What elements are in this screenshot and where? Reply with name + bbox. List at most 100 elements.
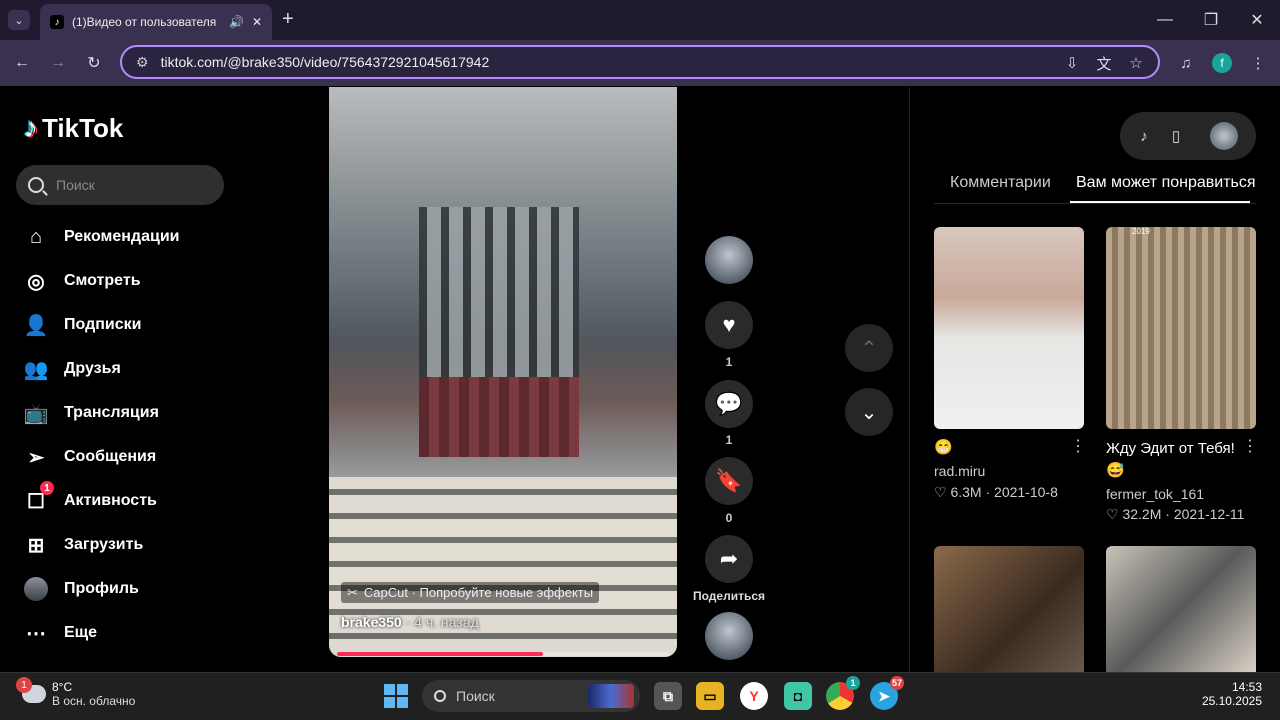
search-input[interactable]: Поиск (16, 165, 224, 205)
sidebar-item-label: Смотреть (64, 272, 141, 289)
card-title: Жду Эдит от Тебя! 😅 (1106, 440, 1235, 479)
search-icon (434, 690, 446, 702)
card-stats: ♡ 6.3M · 2021-10-8 (934, 484, 1058, 500)
video-author[interactable]: brake350 (341, 614, 402, 630)
card-likes: 32.2M (1122, 506, 1162, 522)
capcut-label: CapCut · Попробуйте новые эффекты (363, 585, 594, 600)
sidebar-item-recommendations[interactable]: ⌂ Рекомендации (22, 219, 222, 255)
like-count: 1 (725, 355, 733, 369)
share-label: Поделиться (692, 589, 766, 603)
user-avatar[interactable] (1210, 122, 1238, 150)
file-explorer-icon[interactable]: ▭ (696, 682, 724, 710)
sidebar-item-activity[interactable]: ☐ 1 Активность (22, 481, 222, 519)
sidebar-item-more[interactable]: ⋯ Еще (22, 615, 222, 651)
install-app-icon[interactable]: ⇩ (1062, 53, 1082, 73)
sidebar-item-upload[interactable]: ⊞ Загрузить (22, 527, 222, 563)
tiktok-favicon-icon: ♪ (50, 15, 64, 29)
card-date: 2021-12-11 (1173, 506, 1245, 522)
prev-video-button[interactable]: ⌃ (845, 324, 893, 372)
comment-button[interactable]: 💬 (705, 380, 753, 428)
video-progress-bar[interactable] (337, 652, 669, 656)
messages-icon: ➢ (27, 446, 45, 469)
card-date: 2021-10-8 (994, 484, 1058, 500)
share-button[interactable]: ➦ (705, 535, 753, 583)
sidebar-item-friends[interactable]: 👥 Друзья (22, 351, 222, 387)
video-thumbnail[interactable]: 2019 (1106, 227, 1256, 429)
save-button[interactable]: 🔖 (705, 457, 753, 505)
active-tab-underline (1070, 201, 1250, 203)
chat-app-icon[interactable]: ◘ (784, 682, 812, 710)
card-menu-icon[interactable]: ⋮ (1242, 436, 1258, 456)
capcut-icon: ✂ (347, 584, 358, 600)
sidebar-item-watch[interactable]: ◎ Смотреть (22, 263, 222, 299)
sidebar-item-profile[interactable]: Профиль (22, 571, 222, 607)
sidebar-item-label: Профиль (64, 580, 139, 597)
card-user[interactable]: fermer_tok_161 (1106, 486, 1204, 502)
video-thumbnail[interactable] (1106, 546, 1256, 672)
site-settings-icon[interactable]: ⚙ (136, 54, 149, 71)
search-highlight-image (588, 684, 634, 708)
video-thumbnail[interactable] (934, 546, 1084, 672)
minimize-icon[interactable]: — (1150, 8, 1180, 32)
browser-profile-avatar[interactable]: f (1212, 53, 1232, 73)
url-input[interactable]: ⚙ tiktok.com/@brake350/video/75643729210… (120, 45, 1160, 79)
media-control-icon[interactable]: ♫ (1176, 53, 1196, 73)
tiktok-logo[interactable]: ♪ TikTok (24, 112, 123, 144)
compass-icon: ◎ (27, 270, 45, 293)
tab-list-dropdown-icon[interactable]: ⌄ (8, 10, 30, 30)
tab-recommended[interactable]: Вам может понравиться (1076, 174, 1256, 192)
video-player[interactable] (329, 87, 677, 657)
sidebar-item-label: Друзья (64, 360, 121, 377)
sidebar-item-messages[interactable]: ➢ Сообщения (22, 439, 222, 475)
translate-icon[interactable]: 文 (1094, 53, 1114, 73)
sidebar-item-live[interactable]: 📺 Трансляция (22, 395, 222, 431)
close-tab-icon[interactable]: ✕ (252, 15, 262, 29)
video-time: · 4 ч. назад (401, 614, 479, 630)
new-tab-icon[interactable]: + (282, 8, 302, 32)
task-view-icon[interactable]: ⧉ (654, 682, 682, 710)
following-icon: 👤 (23, 314, 49, 337)
bookmark-icon: 🔖 (715, 468, 743, 493)
card-user[interactable]: rad.miru (934, 463, 985, 479)
weather-widget[interactable]: 1 8°C В осн. облачно (16, 677, 135, 708)
close-window-icon[interactable]: ✕ (1242, 8, 1272, 32)
tabs-divider (934, 203, 1256, 204)
chrome-icon[interactable]: 1 (826, 676, 860, 710)
taskbar-search[interactable]: Поиск (422, 680, 640, 712)
logo-text: TikTok (42, 112, 124, 143)
video-frame-building-lower (419, 377, 579, 457)
restore-icon[interactable]: ❐ (1196, 8, 1226, 32)
capcut-tag[interactable]: ✂ CapCut · Попробуйте новые эффекты (341, 582, 600, 603)
sidebar-item-label: Загрузить (64, 536, 144, 553)
tab-comments[interactable]: Комментарии (950, 174, 1051, 192)
forward-icon[interactable]: → (46, 51, 70, 75)
telegram-icon[interactable]: ➤ 57 (870, 676, 904, 710)
card-menu-icon[interactable]: ⋮ (1070, 436, 1086, 456)
windows-start-icon[interactable] (384, 684, 408, 708)
profile-avatar (22, 575, 50, 603)
reload-icon[interactable]: ↻ (82, 51, 106, 75)
next-video-button[interactable]: ⌄ (845, 388, 893, 436)
tiktok-view-icon[interactable]: ♪ (1132, 124, 1156, 148)
video-thumbnail[interactable] (934, 227, 1084, 429)
bookmark-star-icon[interactable]: ☆ (1126, 53, 1146, 73)
taskbar-clock[interactable]: 14:53 25.10.2025 (1200, 680, 1262, 708)
like-button[interactable]: ♥ (705, 301, 753, 349)
browser-tab[interactable]: ♪ (1)Видео от пользователя 🔊 ✕ (40, 4, 272, 40)
card-title: 😁 (934, 439, 953, 456)
phone-view-icon[interactable]: ▯ (1164, 124, 1188, 148)
sidebar-item-following[interactable]: 👤 Подписки (22, 307, 222, 343)
back-icon[interactable]: ← (10, 51, 34, 75)
browser-menu-icon[interactable]: ⋮ (1248, 53, 1268, 73)
tiktok-note-icon: ♪ (24, 112, 38, 143)
music-disc-avatar[interactable] (705, 612, 753, 660)
author-avatar[interactable] (705, 236, 753, 284)
sidebar-item-label: Рекомендации (64, 228, 180, 245)
activity-icon: ☐ 1 (22, 481, 54, 515)
sidebar-item-label: Активность (64, 492, 157, 509)
heart-outline-icon: ♡ (934, 484, 947, 500)
video-progress-fill (337, 652, 543, 656)
video-author-line[interactable]: brake350 · 4 ч. назад (341, 614, 479, 630)
sidebar-item-label: Подписки (64, 316, 142, 333)
yandex-browser-icon[interactable]: Y (740, 682, 768, 710)
